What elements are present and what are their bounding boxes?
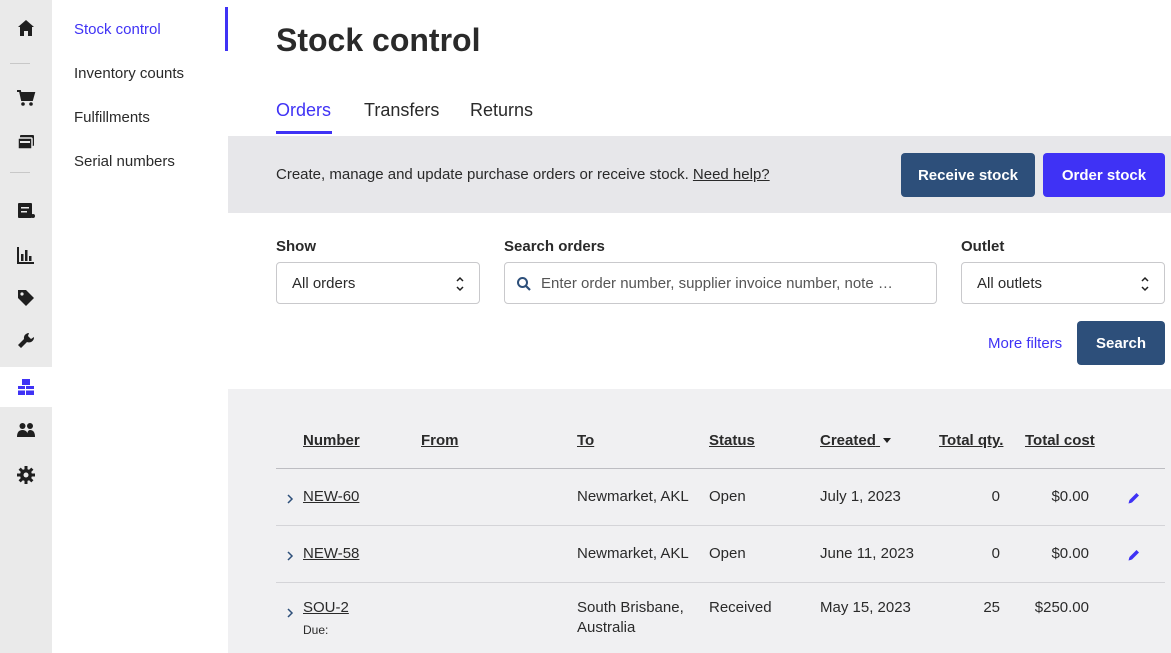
rail-divider — [10, 63, 30, 64]
order-due-label: Due: — [303, 623, 329, 637]
subnav-item-inventory-counts[interactable]: Inventory counts — [74, 65, 184, 82]
column-header-to[interactable]: To — [577, 432, 594, 449]
order-created: May 15, 2023 — [820, 599, 911, 616]
more-filters-link[interactable]: More filters — [988, 335, 1062, 352]
nav-setup[interactable] — [0, 321, 52, 361]
order-stock-button[interactable]: Order stock — [1043, 153, 1165, 197]
table-row: SOU-2 Due: South Brisbane, Australia Rec… — [276, 583, 1165, 653]
outlet-label: Outlet — [961, 238, 1005, 255]
rail-divider — [10, 172, 30, 173]
order-to: Newmarket, AKL — [577, 545, 689, 562]
order-total-qty: 0 — [991, 488, 1000, 505]
inventory-icon — [18, 379, 34, 395]
need-help-link[interactable]: Need help? — [693, 166, 770, 183]
order-total-cost: $0.00 — [1051, 488, 1089, 505]
filters-panel: Show All orders Search orders Enter orde… — [228, 213, 1171, 389]
order-created: June 11, 2023 — [820, 545, 914, 562]
order-total-qty: 0 — [991, 545, 1000, 562]
nav-home[interactable] — [0, 8, 52, 48]
receive-stock-button[interactable]: Receive stock — [901, 153, 1035, 197]
column-header-total-qty[interactable]: Total qty. — [939, 432, 1003, 449]
nav-register[interactable] — [0, 122, 52, 162]
order-total-cost: $250.00 — [1034, 599, 1089, 616]
main-content: Stock control Orders Transfers Returns C… — [228, 0, 1171, 653]
nav-inventory[interactable] — [0, 367, 52, 407]
outlet-select[interactable]: All outlets — [961, 262, 1165, 304]
table-row: NEW-58 Newmarket, AKL Open June 11, 2023… — [276, 526, 1165, 583]
order-status: Received — [709, 599, 772, 616]
show-label: Show — [276, 238, 316, 255]
gear-icon — [17, 466, 35, 484]
order-number-link[interactable]: NEW-58 — [303, 545, 359, 562]
column-header-created-label: Created — [820, 432, 876, 449]
nav-reporting[interactable] — [0, 235, 52, 275]
column-header-from[interactable]: From — [421, 432, 459, 449]
order-to: Newmarket, AKL — [577, 488, 689, 505]
order-total-cost: $0.00 — [1051, 545, 1089, 562]
order-status: Open — [709, 488, 746, 505]
order-total-qty: 25 — [983, 599, 1000, 616]
subnav-item-stock-control[interactable]: Stock control — [74, 21, 161, 38]
table-row: NEW-60 Newmarket, AKL Open July 1, 2023 … — [276, 469, 1165, 526]
banner-description: Create, manage and update purchase order… — [276, 166, 689, 183]
show-select[interactable]: All orders — [276, 262, 480, 304]
cart-icon — [17, 90, 36, 106]
pencil-icon[interactable] — [1127, 491, 1141, 505]
tab-returns[interactable]: Returns — [470, 100, 533, 121]
column-header-created[interactable]: Created — [820, 432, 892, 449]
register-icon — [17, 135, 34, 150]
chevron-right-icon[interactable] — [286, 550, 294, 562]
home-icon — [18, 20, 34, 36]
updown-chevron-icon — [1141, 276, 1149, 292]
sub-navigation: Stock control Inventory counts Fulfillme… — [52, 0, 228, 653]
order-number-link[interactable]: NEW-60 — [303, 488, 359, 505]
order-to-line2: Australia — [577, 619, 636, 636]
sales-ledger-icon — [18, 203, 35, 218]
search-orders-label: Search orders — [504, 238, 605, 255]
order-to: South Brisbane, — [577, 599, 684, 616]
column-header-status[interactable]: Status — [709, 432, 755, 449]
page-title: Stock control — [276, 22, 481, 58]
subnav-item-serial-numbers[interactable]: Serial numbers — [74, 153, 175, 170]
order-number-link[interactable]: SOU-2 — [303, 599, 349, 616]
nav-settings[interactable] — [0, 455, 52, 495]
order-status: Open — [709, 545, 746, 562]
info-banner: Create, manage and update purchase order… — [228, 136, 1171, 213]
icon-rail — [0, 0, 52, 653]
nav-sell[interactable] — [0, 78, 52, 118]
nav-customers[interactable] — [0, 410, 52, 450]
chevron-right-icon[interactable] — [286, 607, 294, 619]
wrench-icon — [18, 332, 35, 348]
tab-orders[interactable]: Orders — [276, 100, 331, 121]
column-header-number[interactable]: Number — [303, 432, 360, 449]
show-select-value: All orders — [292, 274, 356, 292]
chevron-right-icon[interactable] — [286, 493, 294, 505]
search-button[interactable]: Search — [1077, 321, 1165, 365]
pencil-icon[interactable] — [1127, 548, 1141, 562]
tab-transfers[interactable]: Transfers — [364, 100, 439, 121]
outlet-select-value: All outlets — [977, 274, 1043, 292]
search-icon — [517, 277, 531, 291]
nav-catalog[interactable] — [0, 278, 52, 318]
updown-chevron-icon — [456, 276, 464, 292]
order-created: July 1, 2023 — [820, 488, 901, 505]
banner-text: Create, manage and update purchase order… — [276, 166, 770, 183]
customers-icon — [17, 423, 35, 437]
subnav-item-fulfillments[interactable]: Fulfillments — [74, 109, 150, 126]
tag-icon — [18, 290, 34, 306]
orders-table: Number From To Status Created Total qty.… — [228, 389, 1171, 653]
column-header-total-cost[interactable]: Total cost — [1025, 432, 1095, 449]
search-input[interactable]: Enter order number, supplier invoice num… — [504, 262, 937, 304]
reporting-icon — [17, 247, 34, 264]
sort-desc-icon — [883, 438, 892, 444]
tab-active-underline — [276, 131, 332, 134]
nav-sales-ledger[interactable] — [0, 190, 52, 230]
search-placeholder: Enter order number, supplier invoice num… — [541, 274, 900, 292]
